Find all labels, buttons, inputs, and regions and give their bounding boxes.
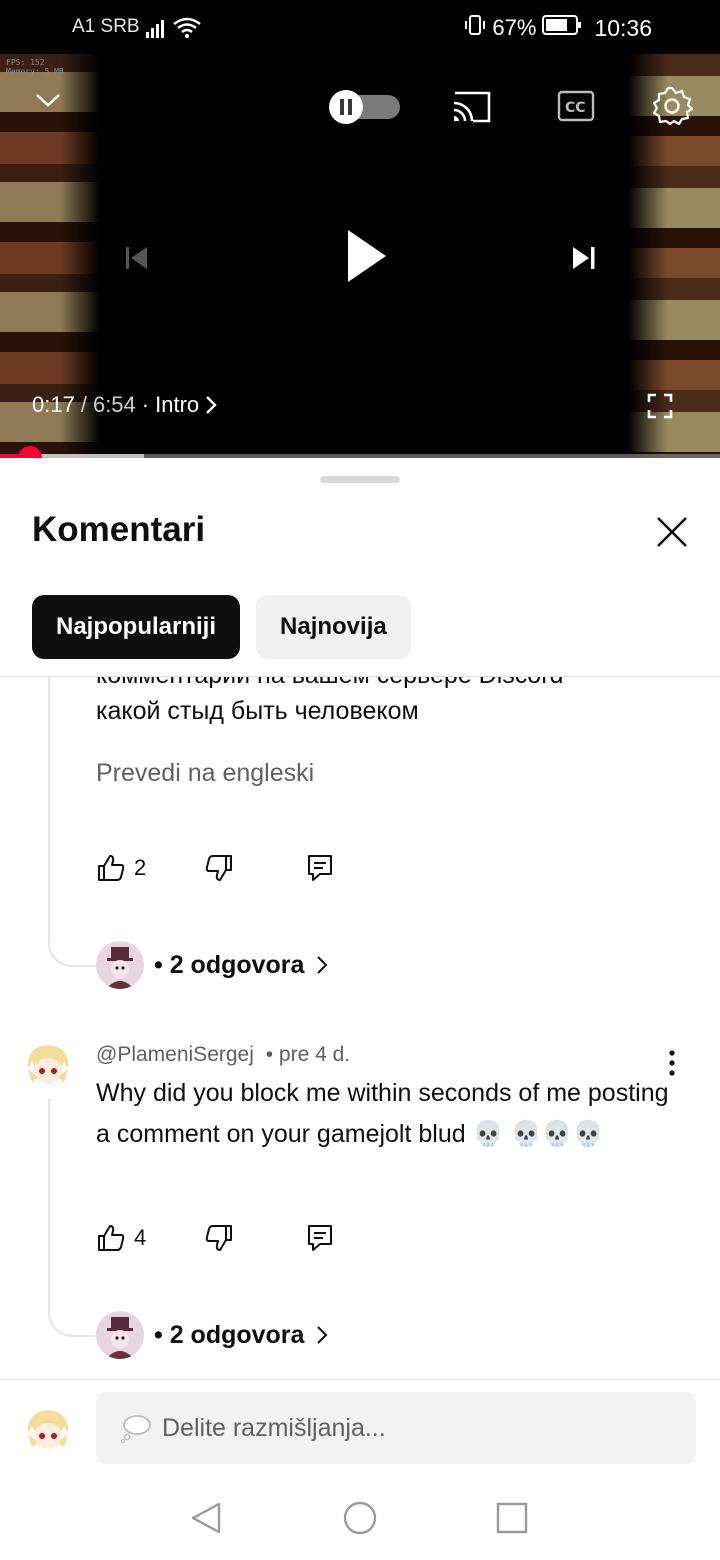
panel-title: Komentari: [32, 510, 206, 549]
signal-wifi-icon: [144, 14, 204, 48]
sort-chips: Najpopularniji Najnovija: [32, 595, 411, 659]
battery-percent: 67%: [492, 15, 537, 40]
fullscreen-icon[interactable]: [644, 390, 676, 422]
time-separator: /: [80, 392, 87, 417]
chapter-label[interactable]: Intro: [155, 392, 199, 418]
comment-text-partial: комментарии на вашем сервере Discord: [96, 677, 563, 690]
comment-author[interactable]: @PlameniSergej: [96, 1043, 254, 1066]
comment-text: Why did you block me within seconds of m…: [96, 1079, 669, 1148]
like-icon[interactable]: [96, 1223, 126, 1253]
chevron-right-icon: [316, 955, 328, 975]
view-replies-button[interactable]: • 2 odgovora: [96, 941, 328, 989]
svg-text:CC: CC: [565, 100, 586, 116]
comment-actions: 4: [96, 1223, 334, 1253]
reply-avatar: [96, 941, 144, 989]
comment-input[interactable]: Delite razmišljanja...: [96, 1392, 696, 1464]
reply-avatar: [96, 1311, 144, 1359]
home-nav-icon[interactable]: [340, 1498, 380, 1538]
thread-connector: [48, 677, 96, 967]
reply-count: • 2 odgovora: [154, 1320, 305, 1349]
chapter-separator: ·: [141, 392, 150, 417]
reply-count: • 2 odgovora: [154, 950, 305, 979]
previous-video-icon[interactable]: [118, 240, 154, 276]
system-nav-bar: [0, 1480, 720, 1560]
battery-icon: [542, 14, 582, 42]
carrier-label: A1 SRB: [72, 16, 140, 37]
user-avatar: [24, 1404, 72, 1452]
translate-link[interactable]: Prevedi na engleski: [96, 759, 314, 788]
cast-icon[interactable]: [450, 88, 494, 126]
commenter-avatar[interactable]: [24, 1039, 72, 1087]
chevron-right-icon: [205, 395, 217, 415]
comment-text: какой стыд быть человеком: [96, 697, 419, 725]
thought-bubble-icon: [120, 1413, 152, 1443]
chip-newest[interactable]: Najnovija: [256, 595, 411, 659]
debug-overlay: FPS: 152 Memory: 5 MB: [6, 58, 64, 76]
dislike-icon[interactable]: [204, 1223, 234, 1253]
like-icon[interactable]: [96, 853, 126, 883]
clock: 10:36: [594, 14, 652, 41]
reply-icon[interactable]: [306, 1223, 334, 1253]
like-count: 2: [134, 855, 147, 880]
status-bar: A1 SRB 67% 10:36: [0, 0, 720, 54]
captions-icon[interactable]: CC: [556, 90, 596, 122]
comments-panel: Komentari Najpopularniji Najnovija комме…: [0, 458, 720, 1488]
close-icon[interactable]: [650, 510, 694, 554]
dislike-icon[interactable]: [204, 853, 234, 883]
drag-handle[interactable]: [320, 476, 400, 483]
vibrate-icon: [464, 13, 486, 43]
comment-input-bar: Delite razmišljanja...: [0, 1379, 720, 1479]
minimize-chevron-icon[interactable]: [30, 82, 66, 118]
reply-icon[interactable]: [306, 853, 334, 883]
recents-nav-icon[interactable]: [492, 1498, 532, 1538]
chip-top[interactable]: Najpopularniji: [32, 595, 241, 659]
comment-actions: 2: [96, 853, 334, 883]
play-button[interactable]: [336, 224, 396, 288]
view-replies-button[interactable]: • 2 odgovora: [96, 1311, 328, 1359]
autoplay-toggle[interactable]: [326, 90, 402, 124]
settings-gear-icon[interactable]: [650, 84, 694, 128]
chevron-right-icon: [316, 1325, 328, 1345]
video-player[interactable]: FPS: 152 Memory: 5 MB CC 0:17 / 6:54 · I…: [0, 54, 720, 458]
duration: 6:54: [92, 392, 136, 417]
current-time: 0:17: [32, 392, 75, 417]
comment-list[interactable]: комментарии на вашем сервере Discord как…: [0, 677, 720, 1377]
input-placeholder: Delite razmišljanja...: [162, 1413, 386, 1442]
back-nav-icon[interactable]: [186, 1498, 226, 1538]
time-display[interactable]: 0:17 / 6:54 · Intro: [32, 392, 217, 418]
like-count: 4: [134, 1225, 147, 1250]
comment-time: • pre 4 d.: [265, 1043, 351, 1066]
thread-connector: [48, 1099, 96, 1337]
next-video-icon[interactable]: [566, 240, 602, 276]
comment-meta: @PlameniSergej • pre 4 d.: [96, 1043, 350, 1067]
